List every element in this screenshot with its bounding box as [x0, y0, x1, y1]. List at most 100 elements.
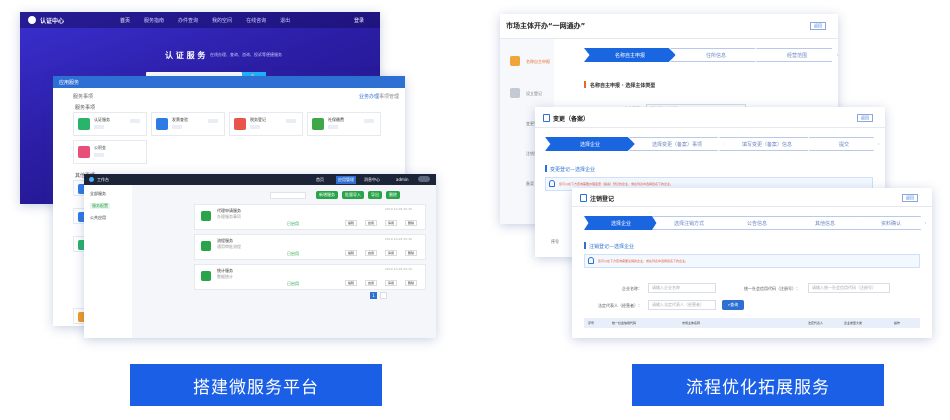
workbench-window: 工作台 首页 应用管理 消息中心 admin 全部服务 服务配置 公共应用 新增… [84, 174, 436, 338]
service-card-title: 税务登记 [250, 117, 266, 122]
section-marker [584, 81, 586, 88]
service-item[interactable]: 统计服务 数据统计 已启用 2019-10-28 20:30 编辑 启用 停用 … [194, 264, 426, 290]
search-button[interactable]: ⌕查询 [722, 300, 744, 310]
step-tab[interactable]: 其他信息 [788, 216, 862, 230]
workbench-logo-icon [89, 177, 94, 182]
service-item[interactable]: 流程服务 通用审批流程 已启用 2019-10-28 20:30 编辑 启用 停… [194, 234, 426, 260]
service-item-date: 2019-10-28 20:30 [385, 237, 413, 241]
service-card[interactable]: 税务登记 [229, 112, 303, 136]
workbench-nav[interactable]: 首页 [316, 177, 324, 183]
add-service-button[interactable]: 新增服务 [316, 191, 338, 199]
service-item[interactable]: 代理申请服务 办理服务事项 已启用 2019-10-28 20:30 编辑 启用… [194, 204, 426, 230]
step-tab[interactable]: 选择企业 [584, 216, 658, 230]
credit-code-input[interactable]: 请输入统一社会信用代码（注册号） [808, 283, 890, 293]
table-header-cell: 操作 [894, 321, 901, 325]
step-tab[interactable]: 资料确认 [856, 216, 926, 230]
table-header-cell: 序号 [551, 239, 559, 244]
service-icon [78, 146, 90, 158]
bell-icon [549, 180, 555, 187]
step-tab[interactable]: 住所信息 [670, 48, 762, 62]
service-icon [78, 118, 90, 130]
avatar[interactable] [418, 176, 430, 182]
workbench-nav[interactable]: 消息中心 [364, 177, 380, 183]
workbench-nav[interactable]: 应用管理 [336, 176, 356, 184]
nav-item[interactable]: 我的空间 [212, 17, 232, 24]
back-button[interactable]: 返回 [902, 194, 918, 202]
step-tab[interactable]: 提交 [809, 137, 879, 151]
edit-button[interactable]: 编辑 [345, 220, 358, 226]
nav-item[interactable]: 服务指南 [144, 17, 164, 24]
export-button[interactable]: 导出 [368, 191, 382, 199]
field-label: 法定代表人（经营者）： [598, 303, 642, 308]
disable-button[interactable]: 停用 [385, 220, 398, 226]
section-marker [545, 165, 547, 172]
gov-sidebar-item[interactable]: 设立登记 [526, 91, 542, 97]
gov-sidebar-item[interactable]: 名称自主申报 [526, 59, 550, 65]
delete-button[interactable]: 删除 [386, 191, 400, 199]
sidebar-item[interactable]: 全部服务 [90, 191, 106, 197]
step-tab[interactable]: 选择企业 [545, 137, 635, 151]
service-item-date: 2019-10-28 20:30 [385, 267, 413, 271]
service-card[interactable]: 认证服务 [73, 112, 147, 136]
disable-button[interactable]: 停用 [385, 280, 398, 286]
cancel-title: 注销登记 [590, 196, 615, 203]
step-tab[interactable]: 经营范围 [756, 48, 838, 62]
nav-item[interactable]: 办件查询 [178, 17, 198, 24]
gov-title: 市场主体开办“一网通办” [506, 22, 586, 30]
service-item-date: 2019-10-28 20:30 [385, 207, 413, 211]
remove-button[interactable]: 删除 [405, 280, 418, 286]
service-card-title: 公积金 [94, 145, 106, 150]
step-tab[interactable]: 公告信息 [720, 216, 794, 230]
nav-item[interactable]: 退出 [280, 17, 290, 24]
enable-button[interactable]: 启用 [365, 220, 378, 226]
service-item-status: 已启用 [287, 221, 299, 226]
document-icon [510, 56, 520, 66]
service-card[interactable]: 社保缴费 [307, 112, 381, 136]
hero-title: 认 证 服 务 [165, 51, 206, 60]
workbench-search-input[interactable] [270, 192, 306, 199]
step-tab[interactable]: 填写变更（备案）信息 [719, 137, 815, 151]
services-tab[interactable]: 业务办理 [359, 93, 379, 100]
back-button[interactable]: 返回 [810, 22, 826, 30]
remove-button[interactable]: 删除 [405, 220, 418, 226]
company-name-input[interactable]: 请输入企业名称 [648, 283, 716, 293]
cancel-window: 注销登记 返回 选择企业 选择注销方式 公告信息 其他信息 资料确认 注销登记—… [572, 188, 932, 338]
login-link[interactable]: 登录 [354, 17, 364, 24]
legal-rep-input[interactable]: 请输入法定代表人（经营者） [648, 300, 716, 310]
services-tab[interactable]: 事项管理 [379, 93, 399, 100]
doc-icon [510, 88, 520, 98]
nav-item[interactable]: 首页 [120, 17, 130, 24]
workbench-user[interactable]: admin [396, 177, 409, 182]
nav-item[interactable]: 在线咨询 [246, 17, 266, 24]
portal-nav: 首页 服务指南 办件查询 我的空间 在线咨询 退出 [120, 17, 290, 24]
divider [535, 127, 885, 128]
page-next-button[interactable] [380, 292, 387, 299]
gov-sidebar-item[interactable]: 备案 [526, 181, 534, 187]
divider [572, 206, 932, 207]
remove-button[interactable]: 删除 [405, 250, 418, 256]
section-heading: 注销登记—选择企业 [589, 244, 635, 250]
page-button-current[interactable]: 1 [370, 292, 377, 299]
enable-button[interactable]: 启用 [365, 250, 378, 256]
section-heading: 名称自主申报 · 选择主体类型 [590, 83, 656, 89]
enable-button[interactable]: 启用 [365, 280, 378, 286]
services-titlebar [53, 76, 405, 88]
import-button[interactable]: 批量导入 [342, 191, 364, 199]
step-tab[interactable]: 选择变更（备案）事项 [629, 137, 725, 151]
portal-brand: 认证中心 [40, 18, 65, 25]
notice-text: 您可以在下方查询需要注销的企业，或在列表中选择您名下的企业。 [598, 259, 689, 263]
sidebar-item[interactable]: 服务配置 [90, 203, 110, 209]
step-tab[interactable]: 选择注销方式 [652, 216, 726, 230]
service-card[interactable]: 发票查验 [151, 112, 225, 136]
disable-button[interactable]: 停用 [385, 250, 398, 256]
sidebar-item[interactable]: 公共应用 [90, 215, 106, 221]
service-card[interactable]: 公积金 [73, 140, 147, 164]
table-header-cell: 统一社会信用代码 [612, 321, 637, 325]
edit-button[interactable]: 编辑 [345, 250, 358, 256]
hero-subtitle: 在线办理、查询、咨询、投诉等便捷服务 [210, 52, 282, 57]
field-label: 统一社会信用代码（注册号）： [744, 286, 800, 291]
edit-button[interactable]: 编辑 [345, 280, 358, 286]
section-marker [584, 242, 586, 249]
back-button[interactable]: 返回 [857, 114, 873, 122]
step-tab[interactable]: 名称自主申报 [584, 48, 676, 62]
